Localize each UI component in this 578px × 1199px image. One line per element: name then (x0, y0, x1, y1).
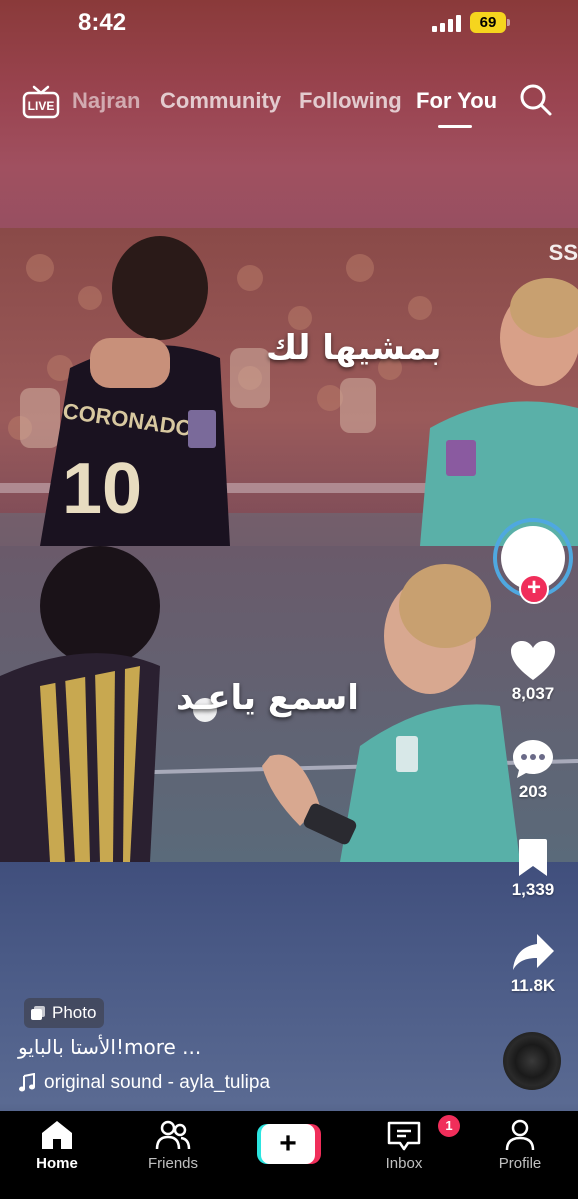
like-count: 8,037 (511, 684, 555, 703)
music-disc-icon[interactable] (503, 1032, 561, 1090)
live-icon[interactable]: LIVE (22, 84, 60, 120)
tab-friends[interactable]: Friends (128, 1119, 218, 1172)
music-note-icon (19, 1073, 35, 1092)
plus-icon: + (261, 1124, 315, 1164)
share-button[interactable]: 11.8K (502, 932, 564, 996)
live-label: LIVE (28, 99, 55, 113)
photo-badge-label: Photo (52, 1003, 97, 1022)
comment-icon (513, 740, 553, 778)
profile-icon (505, 1119, 535, 1151)
save-button[interactable]: 1,339 (502, 838, 564, 900)
sound-link[interactable]: original sound - ayla_tulipa (18, 1072, 270, 1094)
tab-for-you[interactable]: For You (416, 88, 497, 114)
inbox-badge: 1 (438, 1115, 460, 1137)
jersey-number: 10 (62, 449, 142, 529)
cellular-signal-icon (432, 14, 461, 32)
tab-inbox-label: Inbox (385, 1155, 423, 1172)
watermark-logo: SS (548, 240, 578, 265)
top-navigation: LIVE Najran Community Following For You (0, 78, 578, 130)
search-icon[interactable] (518, 82, 554, 118)
post-photo-bottom[interactable]: اسمع ياعـد (0, 546, 578, 862)
overlay-caption-bottom: اسمع ياعـد (176, 678, 359, 718)
share-count: 11.8K (510, 976, 556, 995)
comment-count: 203 (518, 782, 548, 801)
status-time: 8:42 (78, 9, 127, 36)
bookmark-icon (519, 839, 547, 876)
save-count: 1,339 (511, 880, 555, 899)
tab-home-label: Home (36, 1155, 78, 1172)
post-photo-top[interactable]: CORONADO 10 SS بمشيها لك (0, 228, 578, 546)
photo-stack-icon (31, 1006, 45, 1020)
share-arrow-icon (513, 934, 554, 970)
battery-level: 69 (470, 12, 506, 33)
tab-friends-label: Friends (147, 1155, 199, 1172)
tab-inbox[interactable]: 1 Inbox (359, 1115, 460, 1172)
heart-icon (511, 641, 555, 680)
active-tab-indicator (438, 125, 472, 128)
friends-icon (155, 1120, 191, 1150)
tab-following[interactable]: Following (299, 88, 402, 114)
sound-name: original sound - ayla_tulipa (44, 1072, 271, 1093)
overlay-caption-top: بمشيها لك (266, 328, 442, 368)
photo-badge: Photo (24, 998, 105, 1028)
comment-button[interactable]: 203 (502, 738, 564, 802)
bottom-tab-bar: Home Friends + 1 Inbox Profile (0, 1111, 578, 1199)
tab-najran[interactable]: Najran (72, 88, 140, 114)
status-bar: 8:42 69 (0, 0, 578, 46)
like-button[interactable]: 8,037 (502, 640, 564, 704)
follow-plus-button[interactable]: + (519, 574, 549, 604)
creator-avatar[interactable]: + (493, 518, 573, 604)
tab-home[interactable]: Home (12, 1119, 102, 1172)
tab-community[interactable]: Community (160, 88, 281, 114)
home-icon (42, 1121, 72, 1149)
battery-icon: 69 (470, 12, 510, 33)
tab-profile-label: Profile (498, 1155, 542, 1172)
create-button[interactable]: + (257, 1124, 321, 1164)
inbox-icon (387, 1121, 421, 1151)
tab-profile[interactable]: Profile (475, 1119, 565, 1172)
post-caption[interactable]: الأستا بالبايو!more ... (18, 1035, 201, 1059)
